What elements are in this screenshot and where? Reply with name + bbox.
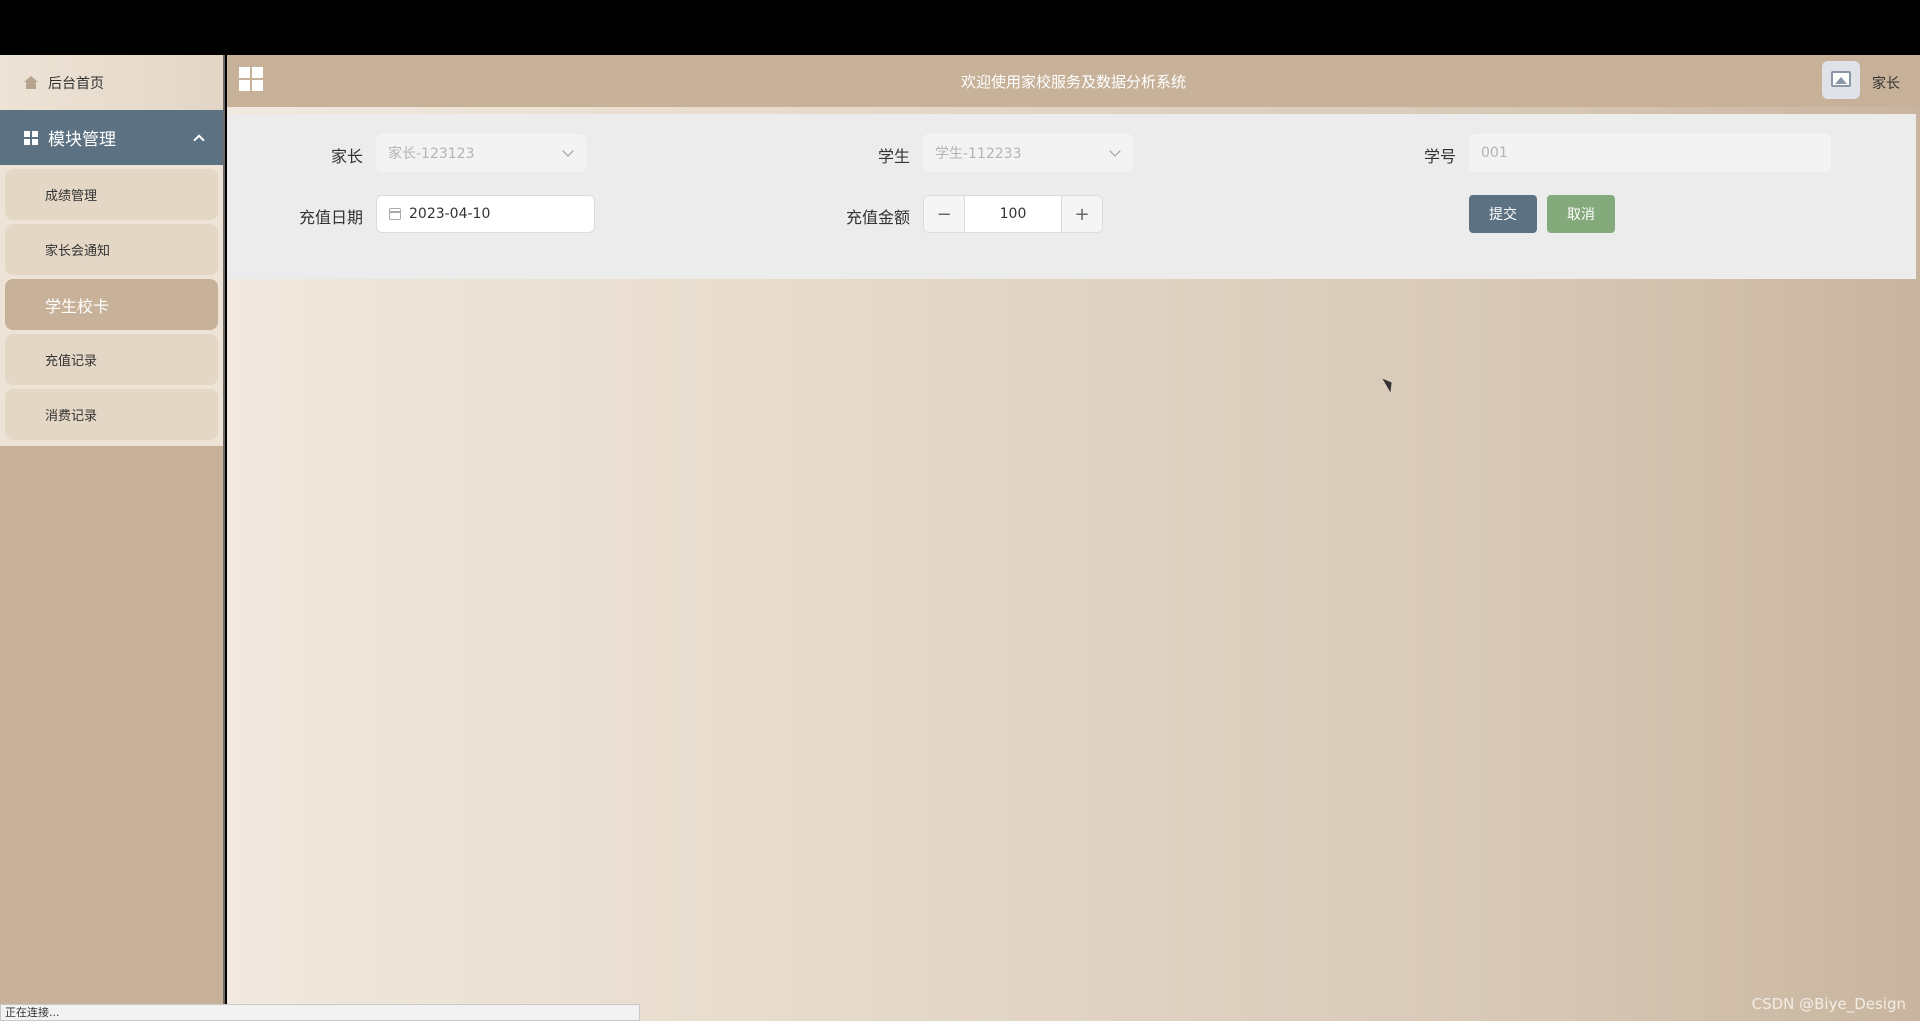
sidebar-item-grades[interactable]: 成绩管理 [5, 169, 218, 220]
top-black-bar [0, 0, 1920, 55]
submit-button[interactable]: 提交 [1469, 195, 1537, 233]
main-content: 家长 家长-123123 学生 学生-112233 学号 001 充值日期 20… [227, 107, 1920, 1021]
amount-stepper[interactable]: − 100 + [923, 195, 1103, 233]
browser-status-bar: 正在连接... [0, 1004, 640, 1021]
grid-icon [24, 130, 38, 145]
decrement-button[interactable]: − [924, 196, 964, 232]
sidebar-item-label: 成绩管理 [45, 189, 98, 204]
parent-label: 家长 [330, 147, 363, 166]
parent-select[interactable]: 家长-123123 [376, 134, 586, 172]
sidebar-item-label: 学生校卡 [45, 296, 110, 316]
date-picker[interactable]: 2023-04-10 [376, 195, 595, 233]
increment-button[interactable]: + [1062, 196, 1102, 232]
calendar-icon [389, 208, 401, 220]
student-no-label: 学号 [1423, 147, 1456, 166]
sidebar-item-parent-meeting[interactable]: 家长会通知 [5, 224, 218, 275]
sidebar-item-label: 家长会通知 [45, 244, 111, 259]
student-no-value: 001 [1481, 145, 1508, 161]
sidebar-item-recharge-records[interactable]: 充值记录 [5, 334, 218, 385]
home-icon [24, 75, 38, 90]
chevron-down-icon [1109, 145, 1121, 157]
sidebar-home-label: 后台首页 [48, 75, 104, 92]
amount-value[interactable]: 100 [964, 196, 1062, 232]
student-select-value: 学生-112233 [935, 146, 1022, 162]
sidebar-item-consumption-records[interactable]: 消费记录 [5, 389, 218, 440]
sidebar-module-header[interactable]: 模块管理 [0, 110, 223, 165]
sidebar: 后台首页 模块管理 成绩管理 家长会通知 学生校卡 充值记录 消费记录 [0, 55, 225, 1021]
sidebar-submenu: 成绩管理 家长会通知 学生校卡 充值记录 消费记录 [0, 165, 223, 446]
chevron-up-icon [193, 133, 205, 146]
student-select[interactable]: 学生-112233 [923, 134, 1133, 172]
date-label: 充值日期 [298, 208, 363, 227]
avatar[interactable] [1822, 61, 1860, 99]
sidebar-item-student-card[interactable]: 学生校卡 [5, 279, 218, 330]
chevron-down-icon [562, 145, 574, 157]
sidebar-item-home[interactable]: 后台首页 [0, 55, 223, 110]
parent-select-value: 家长-123123 [388, 146, 475, 162]
image-icon [1831, 71, 1851, 87]
watermark: CSDN @Biye_Design [1751, 995, 1906, 1013]
cancel-button[interactable]: 取消 [1547, 195, 1615, 233]
module-label: 模块管理 [48, 130, 116, 150]
user-role[interactable]: 家长 [1872, 73, 1900, 93]
date-value: 2023-04-10 [409, 206, 491, 222]
amount-label: 充值金额 [845, 208, 910, 227]
sidebar-item-label: 充值记录 [45, 354, 98, 369]
sidebar-item-label: 消费记录 [45, 409, 98, 424]
form-panel: 家长 家长-123123 学生 学生-112233 学号 001 充值日期 20… [227, 114, 1916, 279]
page-title: 欢迎使用家校服务及数据分析系统 [960, 73, 1186, 91]
student-label: 学生 [877, 147, 910, 166]
header: 欢迎使用家校服务及数据分析系统 家长 [227, 55, 1920, 107]
student-no-input[interactable]: 001 [1469, 134, 1831, 172]
